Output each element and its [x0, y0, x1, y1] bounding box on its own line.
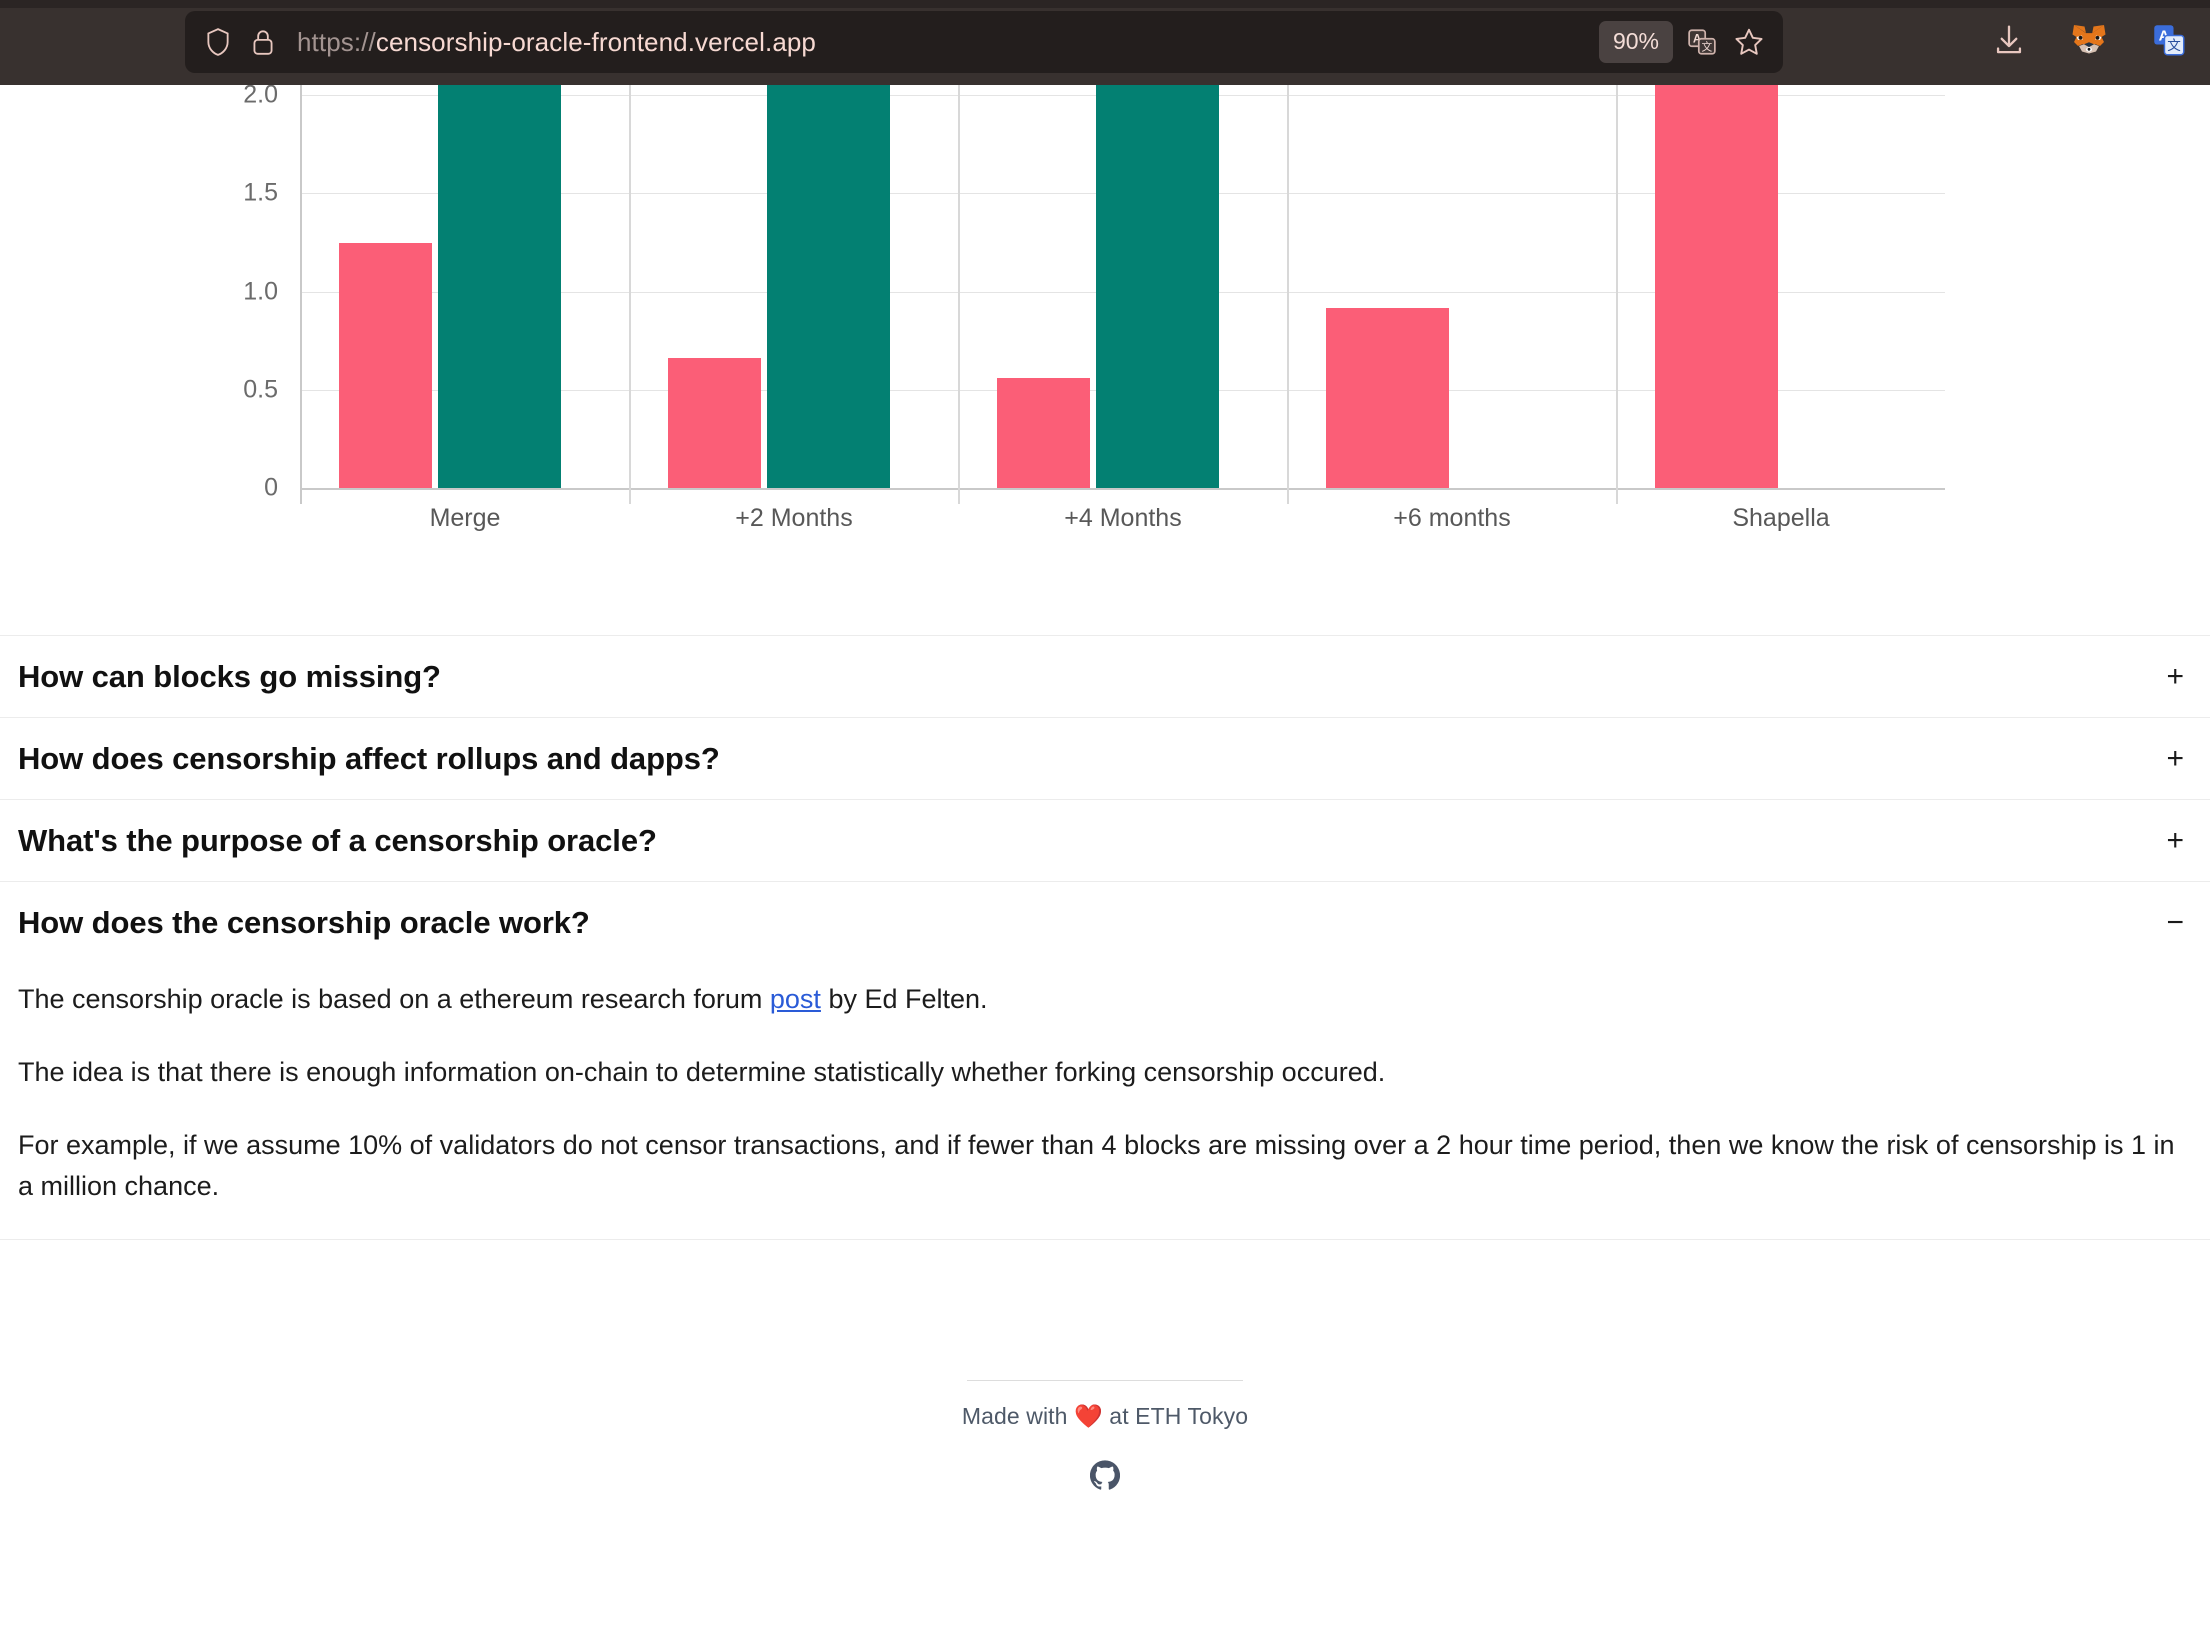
faq-body-how-oracle-works: The censorship oracle is based on a ethe… — [0, 963, 2210, 1240]
ytick-label-1.5: 1.5 — [243, 178, 278, 207]
faq-item-how-oracle-works: How does the censorship oracle work? − T… — [0, 882, 2210, 1241]
zoom-level-badge[interactable]: 90% — [1598, 21, 1673, 63]
plus-icon[interactable]: + — [2166, 743, 2184, 774]
faq-paragraph-1: The censorship oracle is based on a ethe… — [18, 979, 2192, 1020]
faq-item-purpose-oracle: What's the purpose of a censorship oracl… — [0, 800, 2210, 882]
faq-accordion: How can blocks go missing? + How does ce… — [0, 635, 2210, 1241]
bookmark-star-icon[interactable] — [1733, 26, 1765, 58]
browser-titlebar-strip — [0, 0, 2210, 8]
ethereum-research-post-link[interactable]: post — [770, 984, 821, 1014]
minus-icon[interactable]: − — [2166, 907, 2184, 938]
xtick-label-merge: Merge — [429, 504, 501, 532]
ytick-label-0.5: 0.5 — [243, 375, 278, 404]
faq-title: How can blocks go missing? — [18, 658, 441, 694]
url-host: censorship-oracle-frontend.vercel.app — [375, 26, 816, 57]
url-text[interactable]: https://censorship-oracle-frontend.verce… — [297, 27, 1599, 58]
xtick-label-2months: +2 Months — [735, 504, 853, 532]
xtick-label-4months: +4 Months — [1064, 504, 1182, 532]
faq-header-purpose-oracle[interactable]: What's the purpose of a censorship oracl… — [0, 800, 2210, 881]
svg-text:文: 文 — [2167, 38, 2181, 53]
chart-plot-area: 2.0 1.5 1.0 0.5 0 Merge +2 Months +4 Mon… — [243, 38, 1945, 532]
ytick-label-0: 0 — [264, 473, 278, 502]
url-bar[interactable]: https://censorship-oracle-frontend.verce… — [185, 11, 1783, 73]
translate-icon[interactable]: A 文 — [1687, 27, 1717, 57]
category-separator — [1616, 58, 1618, 504]
browser-toolbar: https://censorship-oracle-frontend.verce… — [0, 0, 2210, 85]
category-separator — [1287, 58, 1289, 504]
translate-extension-icon[interactable]: A 文 — [2152, 23, 2186, 62]
bar-4months-teal — [1096, 38, 1219, 488]
page-footer: Made with ❤️ at ETH Tokyo — [0, 1380, 2210, 1495]
faq-p1-text-after: by Ed Felten. — [820, 984, 988, 1014]
faq-p1-text-before: The censorship oracle is based on a ethe… — [18, 984, 770, 1014]
plus-icon[interactable]: + — [2166, 661, 2184, 692]
faq-title: How does the censorship oracle work? — [18, 904, 590, 940]
svg-text:文: 文 — [1701, 41, 1712, 54]
faq-header-blocks-missing[interactable]: How can blocks go missing? + — [0, 636, 2210, 717]
plus-icon[interactable]: + — [2166, 825, 2184, 856]
faq-header-how-oracle-works[interactable]: How does the censorship oracle work? − — [0, 882, 2210, 963]
faq-header-rollups-dapps[interactable]: How does censorship affect rollups and d… — [0, 718, 2210, 799]
footer-text-after: at ETH Tokyo — [1102, 1403, 1249, 1429]
heart-icon: ❤️ — [1074, 1403, 1103, 1429]
xtick-label-6months: +6 months — [1393, 504, 1511, 532]
bar-shapella-pink — [1655, 38, 1778, 488]
bar-4months-pink — [997, 378, 1090, 488]
bar-merge-pink — [339, 243, 432, 488]
ytick-label-1.0: 1.0 — [243, 277, 278, 306]
faq-paragraph-2: The idea is that there is enough informa… — [18, 1057, 1386, 1088]
github-icon[interactable] — [1089, 1460, 1121, 1495]
bar-2months-teal — [767, 38, 890, 488]
bar-6months-pink — [1326, 308, 1449, 488]
padlock-icon[interactable] — [251, 27, 275, 57]
xtick-label-shapella: Shapella — [1732, 504, 1830, 532]
page-content: 2.0 1.5 1.0 0.5 0 Merge +2 Months +4 Mon… — [0, 38, 2210, 1650]
y-axis-line — [300, 58, 302, 504]
url-scheme: https:// — [297, 26, 376, 57]
footer-credit-text: Made with ❤️ at ETH Tokyo — [0, 1403, 2210, 1430]
footer-text-before: Made with — [961, 1403, 1075, 1429]
faq-title: How does censorship affect rollups and d… — [18, 740, 720, 776]
category-separator — [958, 58, 960, 504]
faq-paragraph-3: For example, if we assume 10% of validat… — [18, 1130, 2175, 1202]
censorship-bar-chart: 2.0 1.5 1.0 0.5 0 Merge +2 Months +4 Mon… — [0, 38, 2210, 578]
download-icon[interactable] — [1992, 23, 2026, 62]
faq-item-blocks-missing: How can blocks go missing? + — [0, 635, 2210, 718]
footer-divider — [967, 1380, 1243, 1381]
bar-2months-pink — [668, 358, 761, 488]
x-axis-line — [300, 488, 1945, 490]
category-separator — [629, 58, 631, 504]
faq-title: What's the purpose of a censorship oracl… — [18, 822, 657, 858]
bar-merge-teal — [438, 38, 561, 488]
browser-extension-bar: A 文 — [1992, 0, 2186, 85]
faq-item-rollups-dapps: How does censorship affect rollups and d… — [0, 718, 2210, 800]
shield-icon[interactable] — [205, 27, 231, 57]
metamask-fox-icon[interactable] — [2070, 22, 2108, 63]
